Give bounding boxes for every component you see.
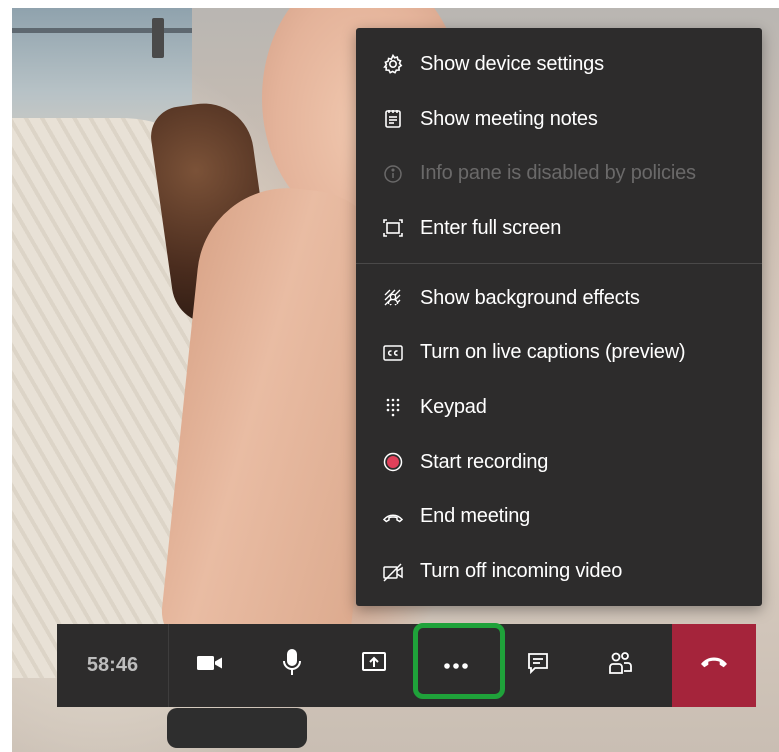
menu-item-label: End meeting [420, 505, 531, 528]
chat-icon [525, 650, 551, 681]
menu-item-end-meeting[interactable]: End meeting [356, 490, 762, 545]
camera-button[interactable] [169, 624, 251, 707]
more-options-menu: Show device settings Show meeting notes … [356, 28, 762, 606]
highlight-outline [413, 623, 505, 699]
menu-item-label: Turn on live captions (preview) [420, 341, 686, 364]
menu-item-info-pane: Info pane is disabled by policies [356, 146, 762, 201]
video-off-icon [382, 561, 404, 583]
microphone-button[interactable] [251, 624, 333, 707]
menu-item-start-recording[interactable]: Start recording [356, 435, 762, 490]
menu-item-full-screen[interactable]: Enter full screen [356, 201, 762, 256]
menu-item-label: Enter full screen [420, 216, 562, 239]
background-blind [12, 28, 192, 33]
record-icon [382, 451, 404, 473]
call-timer: 58:46 [57, 624, 169, 707]
hang-up-button[interactable] [672, 624, 756, 707]
participants-button[interactable] [579, 624, 661, 707]
menu-item-label: Show background effects [420, 286, 640, 309]
menu-item-incoming-video[interactable]: Turn off incoming video [356, 544, 762, 599]
info-icon [382, 163, 404, 185]
gear-icon [382, 53, 404, 75]
end-meeting-icon [382, 506, 404, 528]
menu-item-label: Turn off incoming video [420, 560, 623, 583]
menu-item-label: Info pane is disabled by policies [420, 162, 696, 185]
menu-item-label: Start recording [420, 450, 549, 473]
share-screen-button[interactable] [333, 624, 415, 707]
fullscreen-icon [382, 217, 404, 239]
menu-item-label: Keypad [420, 395, 487, 418]
share-screen-icon [360, 650, 388, 681]
background-lamp [152, 18, 164, 58]
menu-item-label: Show device settings [420, 52, 604, 75]
menu-item-label: Show meeting notes [420, 107, 598, 130]
menu-item-meeting-notes[interactable]: Show meeting notes [356, 92, 762, 147]
notes-icon [382, 108, 404, 130]
participant-watch [167, 708, 307, 748]
menu-divider [356, 262, 762, 264]
microphone-icon [281, 648, 303, 683]
menu-item-keypad[interactable]: Keypad [356, 380, 762, 435]
more-options-button[interactable] [413, 623, 505, 707]
participants-icon [606, 649, 634, 682]
captions-icon [382, 342, 404, 364]
hang-up-icon [699, 655, 729, 676]
menu-item-background-effects[interactable]: Show background effects [356, 271, 762, 326]
background-effects-icon [382, 287, 404, 309]
chat-button[interactable] [497, 624, 579, 707]
menu-item-device-settings[interactable]: Show device settings [356, 37, 762, 92]
camera-icon [196, 653, 224, 678]
meeting-control-bar: 58:46 [57, 623, 756, 707]
menu-item-live-captions[interactable]: Turn on live captions (preview) [356, 325, 762, 380]
keypad-icon [382, 396, 404, 418]
